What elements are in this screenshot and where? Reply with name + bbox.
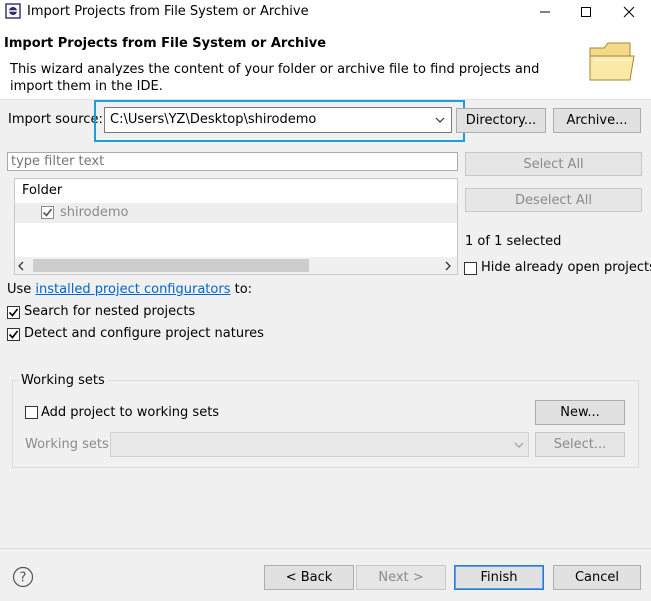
maximize-button[interactable]	[566, 0, 606, 24]
svg-text:?: ?	[20, 571, 27, 586]
wizard-title: Import Projects from File System or Arch…	[4, 36, 327, 51]
search-nested-checkbox[interactable]	[7, 306, 20, 319]
working-sets-combo[interactable]	[110, 432, 529, 457]
window-title: Import Projects from File System or Arch…	[27, 4, 309, 19]
cancel-button[interactable]: Cancel	[553, 565, 641, 590]
select-working-set-button[interactable]: Select...	[535, 432, 625, 457]
scroll-right-icon[interactable]	[444, 261, 452, 271]
help-icon[interactable]: ?	[12, 566, 34, 588]
import-source-label: Import source:	[8, 112, 103, 127]
finish-button[interactable]: Finish	[454, 565, 544, 590]
filter-input[interactable]	[7, 152, 458, 171]
wizard-description: This wizard analyzes the content of your…	[10, 62, 540, 94]
eclipse-app-icon	[5, 3, 21, 19]
minimize-icon	[540, 11, 550, 13]
maximize-icon	[581, 7, 591, 17]
search-nested-label: Search for nested projects	[24, 304, 196, 319]
select-all-button[interactable]: Select All	[465, 152, 642, 176]
close-window-button[interactable]	[609, 0, 649, 24]
hide-open-label: Hide already open projects	[481, 260, 651, 275]
close-icon	[623, 6, 635, 18]
configurators-line: Use installed project configurators to:	[7, 282, 252, 297]
hide-open-checkbox[interactable]	[464, 262, 477, 275]
footer-divider	[0, 548, 651, 549]
import-source-value: C:\Users\YZ\Desktop\shirodemo	[110, 112, 317, 127]
new-working-set-button[interactable]: New...	[535, 400, 625, 425]
configurators-suffix: to:	[230, 282, 253, 297]
scrollbar-thumb[interactable]	[33, 259, 309, 272]
folder-icon	[589, 42, 635, 81]
archive-button[interactable]: Archive...	[553, 108, 641, 133]
next-button[interactable]: Next >	[356, 565, 446, 590]
detect-natures-checkbox[interactable]	[7, 328, 20, 341]
selection-status: 1 of 1 selected	[465, 234, 562, 249]
minimize-button[interactable]	[525, 0, 565, 24]
checkmark-icon	[8, 308, 19, 317]
working-sets-field-label: Working sets:	[25, 437, 114, 452]
configurators-prefix: Use	[7, 282, 36, 297]
directory-button[interactable]: Directory...	[456, 108, 546, 133]
row-label: shirodemo	[60, 205, 129, 220]
table-header-folder: Folder	[22, 183, 63, 198]
import-source-combo[interactable]: C:\Users\YZ\Desktop\shirodemo	[104, 107, 452, 133]
working-sets-group-label: Working sets	[18, 373, 108, 388]
installed-configurators-link[interactable]: installed project configurators	[35, 282, 230, 297]
add-to-working-sets-label: Add project to working sets	[41, 405, 220, 420]
add-to-working-sets-checkbox[interactable]	[25, 406, 38, 419]
checkmark-icon	[42, 208, 53, 217]
back-button[interactable]: < Back	[264, 565, 354, 590]
checkmark-icon	[8, 330, 19, 339]
chevron-down-icon[interactable]	[435, 116, 445, 124]
scroll-left-icon[interactable]	[17, 261, 25, 271]
detect-natures-label: Detect and configure project natures	[24, 326, 264, 341]
chevron-down-icon[interactable]	[514, 441, 524, 449]
row-checkbox[interactable]	[41, 206, 54, 219]
deselect-all-button[interactable]: Deselect All	[465, 188, 642, 212]
